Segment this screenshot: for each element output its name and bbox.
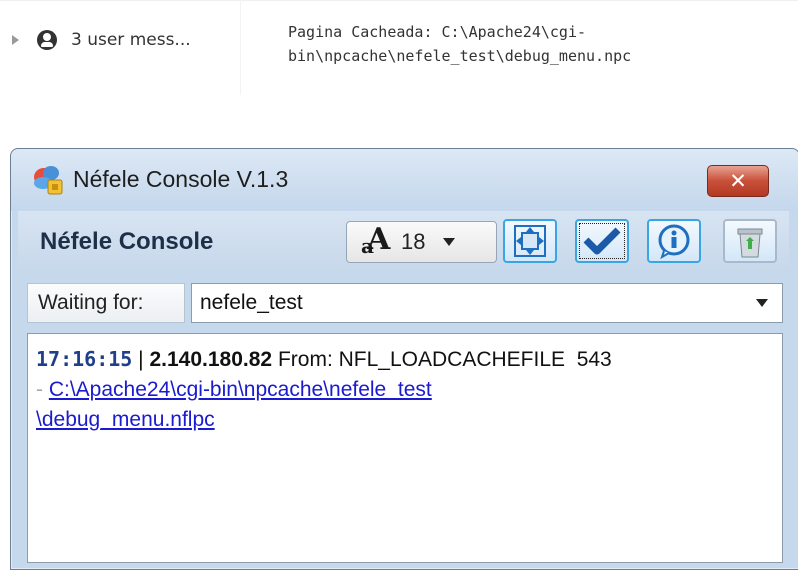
user-icon bbox=[37, 30, 57, 50]
log-dash: - bbox=[36, 378, 43, 401]
chevron-down-icon[interactable] bbox=[756, 299, 768, 307]
log-separator: | bbox=[138, 348, 144, 371]
fit-window-icon bbox=[514, 225, 546, 257]
console-message: Pagina Cacheada: C:\Apache24\cgi- bin\np… bbox=[288, 20, 788, 68]
waiting-for-select[interactable]: nefele_test bbox=[191, 283, 783, 323]
console-heading: Néfele Console bbox=[40, 228, 214, 255]
fit-window-button[interactable] bbox=[503, 219, 557, 263]
console-message-line-2: bin\npcache\nefele_test\debug_menu.npc bbox=[288, 47, 632, 65]
top-divider bbox=[0, 0, 798, 1]
log-ip-address: 2.140.180.82 bbox=[149, 348, 273, 371]
log-file-link[interactable]: C:\Apache24\cgi-bin\npcache\nefele_test \… bbox=[36, 378, 432, 431]
log-link-line-1: C:\Apache24\cgi-bin\npcache\nefele_test bbox=[48, 378, 432, 401]
devtools-console-strip: 3 user mess... Pagina Cacheada: C:\Apach… bbox=[0, 0, 798, 95]
user-messages-label: 3 user mess... bbox=[71, 30, 191, 50]
chevron-down-icon bbox=[443, 238, 456, 246]
nefele-console-window: Néfele Console V.1.3 ✕ Néfele Console aA… bbox=[10, 148, 798, 570]
log-link-line-2: \debug_menu.nflpc bbox=[36, 408, 215, 431]
log-timestamp: 17:16:15 bbox=[36, 347, 133, 371]
waiting-for-label: Waiting for: bbox=[27, 283, 185, 323]
confirm-button[interactable] bbox=[575, 219, 629, 263]
log-count: 543 bbox=[576, 348, 612, 371]
column-divider bbox=[240, 0, 241, 95]
close-icon: ✕ bbox=[729, 169, 747, 193]
expand-caret-icon[interactable] bbox=[12, 35, 19, 45]
waiting-for-row: Waiting for: nefele_test bbox=[27, 283, 783, 323]
trash-button[interactable] bbox=[723, 219, 777, 263]
close-button[interactable]: ✕ bbox=[707, 165, 769, 197]
console-message-line-1: Pagina Cacheada: C:\Apache24\cgi- bbox=[288, 23, 587, 41]
info-icon bbox=[658, 224, 690, 259]
trash-icon bbox=[737, 228, 763, 258]
checkmark-icon bbox=[583, 227, 621, 255]
log-source: From: NFL_LOADCACHEFILE bbox=[277, 348, 566, 371]
window-title: Néfele Console V.1.3 bbox=[73, 166, 289, 192]
info-button[interactable] bbox=[647, 219, 701, 263]
log-entry: 17:16:15 | 2.140.180.82 From: NFL_LOADCA… bbox=[36, 344, 774, 435]
user-messages-row[interactable]: 3 user mess... bbox=[0, 20, 240, 60]
cloud-app-icon bbox=[34, 166, 63, 195]
log-output[interactable]: 17:16:15 | 2.140.180.82 From: NFL_LOADCA… bbox=[27, 333, 783, 563]
window-titlebar[interactable]: Néfele Console V.1.3 ✕ bbox=[11, 149, 798, 211]
font-size-icon: aA bbox=[361, 222, 391, 258]
font-size-dropdown[interactable]: aA 18 bbox=[346, 221, 497, 263]
font-size-value: 18 bbox=[401, 229, 426, 254]
toolbar: Néfele Console aA 18 bbox=[18, 211, 789, 271]
waiting-for-value: nefele_test bbox=[200, 291, 303, 314]
